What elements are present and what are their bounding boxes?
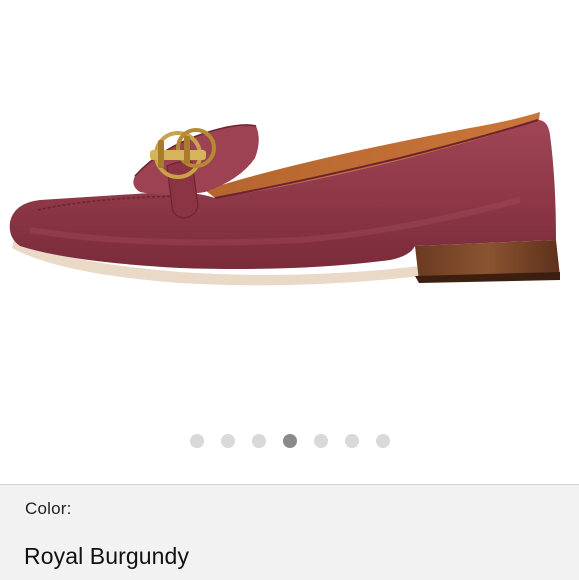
product-image[interactable] [0,0,579,420]
carousel-dot-5[interactable] [313,434,328,448]
product-gallery-page: Color: Royal Burgundy [0,0,579,580]
color-value: Royal Burgundy [24,543,190,569]
carousel-dot-7[interactable] [375,434,390,448]
carousel-dot-3[interactable] [251,434,266,448]
carousel-dot-1[interactable] [189,434,204,448]
carousel-dot-6[interactable] [344,434,359,448]
color-info-panel: Color: Royal Burgundy [0,484,579,580]
carousel-dots [0,434,579,448]
carousel-dot-4-active[interactable] [282,434,297,448]
carousel-dot-2[interactable] [220,434,235,448]
loafer-illustration [9,112,560,286]
color-label: Color: [25,499,72,518]
